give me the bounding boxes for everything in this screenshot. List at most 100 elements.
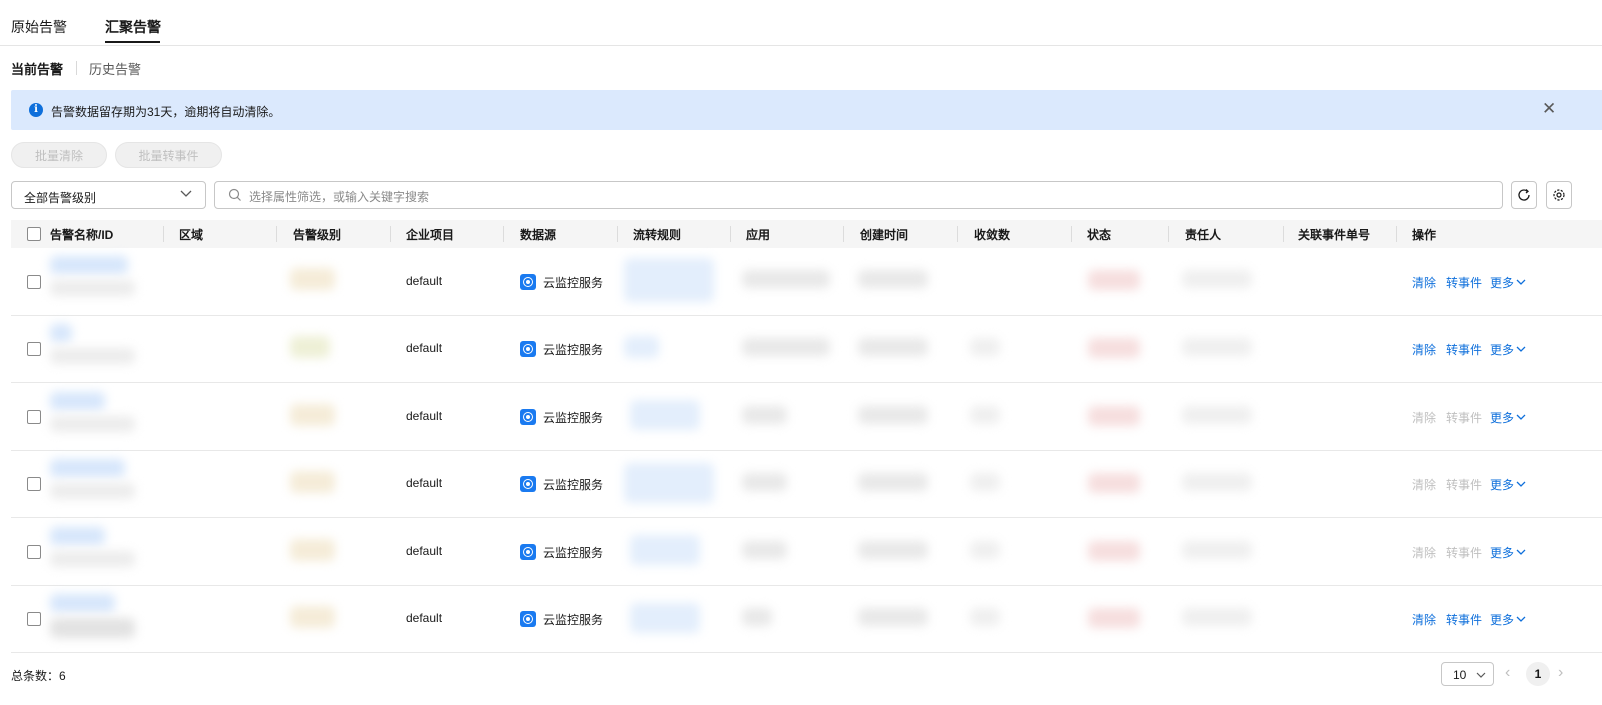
cloud-monitor-icon — [520, 476, 536, 492]
clear-link[interactable]: 清除 — [1412, 476, 1436, 493]
select-all-checkbox[interactable] — [27, 227, 41, 241]
total-count: 总条数：6 — [11, 669, 66, 683]
redacted-content — [1088, 270, 1140, 290]
redacted-content — [1088, 608, 1140, 628]
col-converge-count: 收敛数 — [974, 228, 1011, 242]
chevron-down-icon — [1516, 279, 1526, 285]
to-event-link[interactable]: 转事件 — [1446, 341, 1482, 358]
more-label: 更多 — [1490, 478, 1515, 492]
search-input[interactable]: 选择属性筛选，或输入关键字搜索 — [214, 181, 1503, 209]
to-event-link[interactable]: 转事件 — [1446, 611, 1482, 628]
redacted-content — [50, 348, 135, 364]
redacted-content — [50, 280, 135, 296]
redacted-content — [742, 406, 787, 424]
page-size-select[interactable]: 10 — [1441, 662, 1494, 686]
redacted-content — [290, 606, 335, 628]
redacted-content — [50, 527, 105, 545]
redacted-content — [1182, 541, 1252, 559]
redacted-content — [50, 324, 72, 342]
more-link[interactable]: 更多 — [1490, 409, 1526, 426]
tab-aggregated-alarms[interactable]: 汇聚告警 — [105, 17, 161, 37]
more-link[interactable]: 更多 — [1490, 341, 1526, 358]
more-label: 更多 — [1490, 546, 1515, 560]
row-checkbox[interactable] — [27, 275, 41, 289]
redacted-content — [50, 256, 128, 274]
redacted-content — [50, 618, 135, 638]
alarm-level-select[interactable]: 全部告警级别 — [11, 181, 206, 209]
row-checkbox[interactable] — [27, 410, 41, 424]
chevron-down-icon — [1476, 672, 1486, 678]
row-checkbox[interactable] — [27, 612, 41, 626]
data-source-value: 云监控服务 — [543, 411, 604, 425]
enterprise-project-value: default — [406, 476, 443, 490]
close-icon[interactable]: ✕ — [1542, 99, 1556, 119]
row-checkbox[interactable] — [27, 545, 41, 559]
redacted-content — [742, 338, 830, 356]
redacted-content — [290, 336, 330, 358]
col-enterprise-project: 企业项目 — [406, 228, 455, 242]
more-link[interactable]: 更多 — [1490, 611, 1526, 628]
col-application: 应用 — [746, 228, 771, 242]
banner-text: 告警数据留存期为31天，逾期将自动清除。 — [51, 105, 281, 119]
enterprise-project-value: default — [406, 611, 443, 625]
more-label: 更多 — [1490, 411, 1515, 425]
settings-button[interactable] — [1546, 181, 1572, 209]
refresh-button[interactable] — [1511, 181, 1537, 209]
redacted-content — [858, 406, 928, 424]
row-checkbox[interactable] — [27, 477, 41, 491]
redacted-content — [858, 541, 928, 559]
redacted-content — [630, 535, 700, 565]
subtab-current-alarms[interactable]: 当前告警 — [11, 59, 63, 78]
batch-to-event-button[interactable]: 批量转事件 — [115, 142, 222, 168]
col-data-source: 数据源 — [520, 228, 557, 242]
more-link[interactable]: 更多 — [1490, 274, 1526, 291]
more-link[interactable]: 更多 — [1490, 476, 1526, 493]
next-page-icon[interactable]: › — [1558, 664, 1563, 682]
prev-page-icon[interactable]: ‹ — [1505, 664, 1510, 682]
col-actions: 操作 — [1412, 228, 1437, 242]
subtab-divider — [76, 61, 77, 75]
redacted-content — [624, 258, 714, 302]
to-event-link[interactable]: 转事件 — [1446, 274, 1482, 291]
clear-link[interactable]: 清除 — [1412, 341, 1436, 358]
col-region: 区域 — [179, 228, 204, 242]
data-source-value: 云监控服务 — [543, 478, 604, 492]
chevron-down-icon — [1516, 549, 1526, 555]
redacted-content — [624, 463, 714, 503]
more-link[interactable]: 更多 — [1490, 544, 1526, 561]
clear-link[interactable]: 清除 — [1412, 544, 1436, 561]
search-icon — [228, 188, 241, 201]
more-label: 更多 — [1490, 613, 1515, 627]
batch-clear-button[interactable]: 批量清除 — [11, 142, 107, 168]
redacted-content — [290, 471, 335, 493]
data-source-value: 云监控服务 — [543, 343, 604, 357]
to-event-link[interactable]: 转事件 — [1446, 544, 1482, 561]
col-level: 告警级别 — [293, 228, 342, 242]
enterprise-project-value: default — [406, 341, 443, 355]
redacted-content — [1182, 270, 1252, 288]
clear-link[interactable]: 清除 — [1412, 611, 1436, 628]
col-alarm-name: 告警名称/ID — [50, 228, 114, 242]
redacted-content — [970, 473, 1000, 491]
redacted-content — [1182, 406, 1252, 424]
to-event-link[interactable]: 转事件 — [1446, 409, 1482, 426]
col-flow-rule: 流转规则 — [633, 228, 682, 242]
settings-icon — [1553, 189, 1565, 201]
clear-link[interactable]: 清除 — [1412, 409, 1436, 426]
table-row: default 云监控服务 清除 转事件 更多 — [11, 585, 1602, 653]
redacted-content — [970, 608, 1000, 626]
cloud-monitor-icon — [520, 274, 536, 290]
clear-link[interactable]: 清除 — [1412, 274, 1436, 291]
subtab-history-alarms[interactable]: 历史告警 — [89, 59, 141, 78]
row-checkbox[interactable] — [27, 342, 41, 356]
cloud-monitor-icon — [520, 611, 536, 627]
redacted-content — [290, 268, 335, 290]
redacted-content — [970, 338, 1000, 356]
redacted-content — [290, 539, 335, 561]
col-owner: 责任人 — [1185, 228, 1222, 242]
tab-raw-alarms[interactable]: 原始告警 — [11, 17, 67, 37]
table-row: default 云监控服务 清除 转事件 更多 — [11, 450, 1602, 518]
table-header: 告警名称/ID 区域 告警级别 企业项目 数据源 流转规则 应用 创建时间 收敛… — [11, 220, 1602, 248]
to-event-link[interactable]: 转事件 — [1446, 476, 1482, 493]
current-page[interactable]: 1 — [1526, 662, 1550, 686]
